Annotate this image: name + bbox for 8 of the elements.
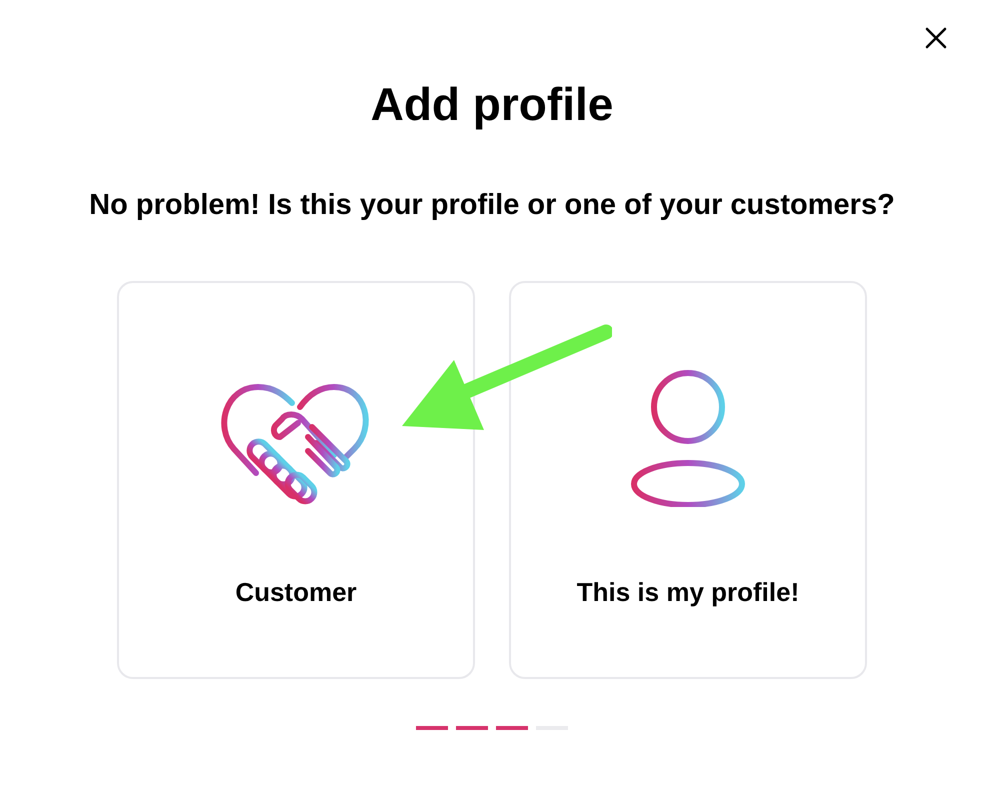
option-label: Customer (235, 576, 357, 609)
dialog-title: Add profile (370, 77, 614, 132)
person-icon (628, 367, 748, 507)
option-card[interactable]: This is my profile! (509, 281, 867, 679)
option-label: This is my profile! (576, 576, 800, 609)
question-text: No problem! Is this your profile or one of your customers? (89, 188, 895, 222)
close-icon (925, 27, 947, 49)
option-card[interactable]: Customer (117, 281, 475, 679)
